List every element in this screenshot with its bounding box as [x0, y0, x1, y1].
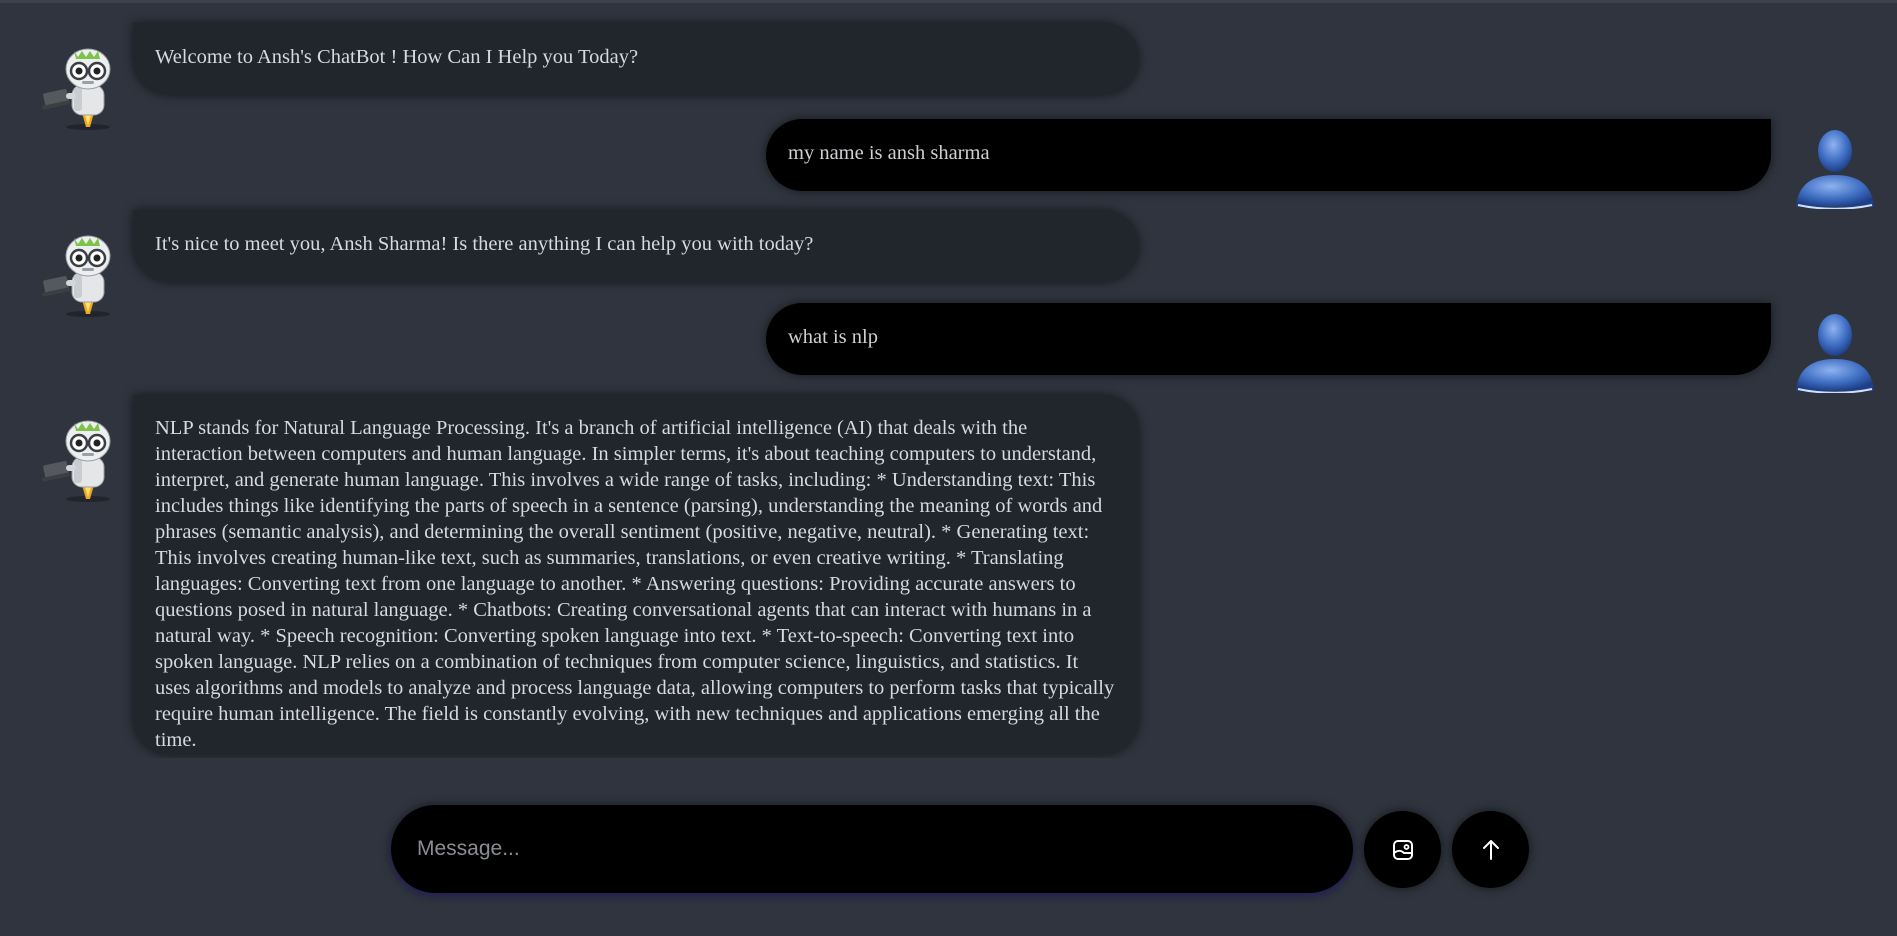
image-upload-button[interactable]: [1364, 811, 1441, 888]
chat-app: Welcome to Ansh's ChatBot ! How Can I He…: [0, 0, 1897, 936]
bot-message-bubble: Welcome to Ansh's ChatBot ! How Can I He…: [133, 23, 1139, 95]
message-text: It's nice to meet you, Ansh Sharma! Is t…: [155, 233, 814, 255]
user-message-bubble: what is nlp: [766, 303, 1771, 375]
chat-log[interactable]: Welcome to Ansh's ChatBot ! How Can I He…: [0, 3, 1897, 758]
send-button[interactable]: [1452, 811, 1529, 888]
user-avatar-icon: [1796, 314, 1874, 393]
arrow-up-icon: [1482, 839, 1499, 860]
robot-avatar-icon: [42, 420, 111, 502]
user-avatar-icon: [1796, 130, 1874, 209]
bot-message-bubble: NLP stands for Natural Language Processi…: [133, 395, 1139, 755]
message-text: what is nlp: [788, 326, 878, 348]
bot-message-bubble: It's nice to meet you, Ansh Sharma! Is t…: [133, 210, 1139, 282]
user-message-bubble: my name is ansh sharma: [766, 119, 1771, 191]
image-upload-icon: [1392, 839, 1413, 860]
message-text: NLP stands for Natural Language Processi…: [155, 417, 1115, 751]
message-text: my name is ansh sharma: [788, 142, 990, 164]
message-composer: [391, 805, 1353, 893]
robot-avatar-icon: [42, 48, 111, 130]
message-input[interactable]: [415, 836, 1329, 862]
message-text: Welcome to Ansh's ChatBot ! How Can I He…: [155, 46, 639, 68]
robot-avatar-icon: [42, 235, 111, 317]
